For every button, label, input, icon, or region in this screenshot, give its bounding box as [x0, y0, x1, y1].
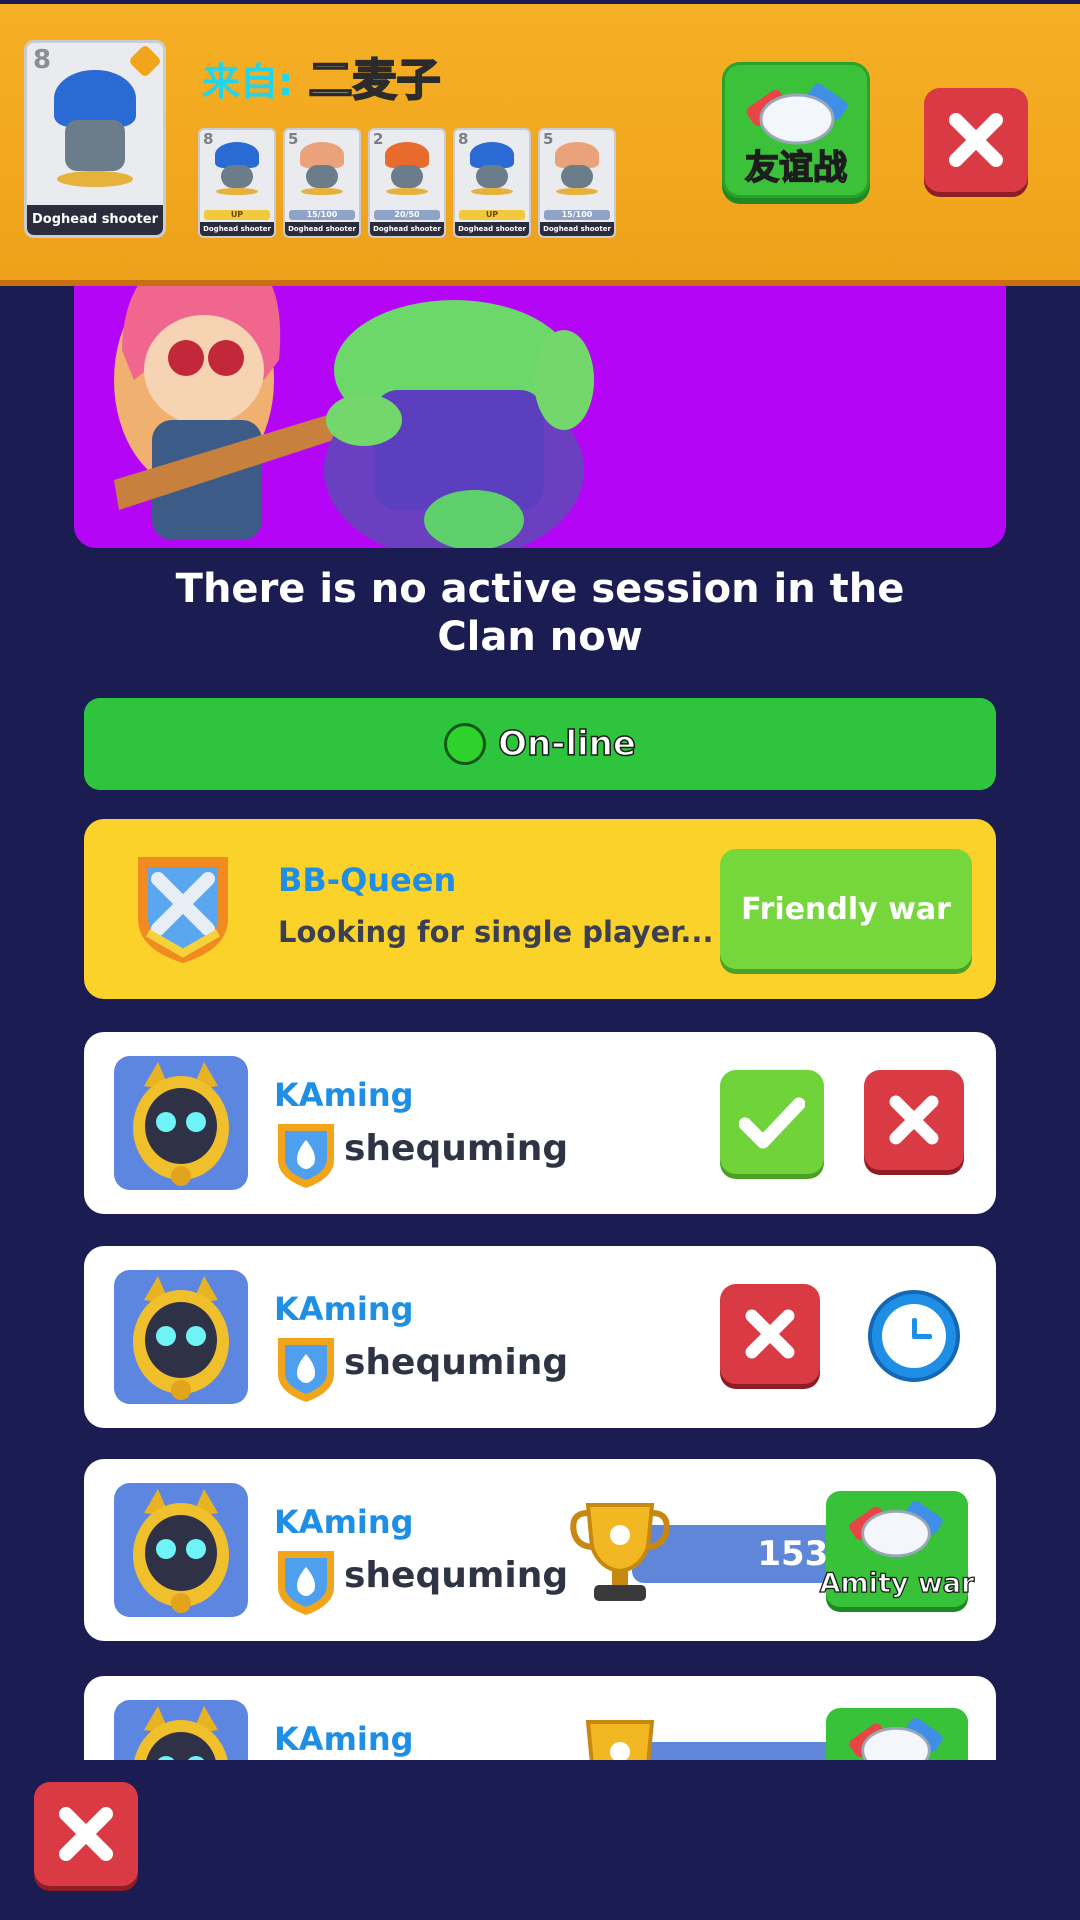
member-row: KAming shequming: [84, 1246, 996, 1428]
avatar: [114, 1270, 248, 1404]
deck-card[interactable]: 2 20/50 Doghead shooter: [368, 128, 446, 238]
card-character: [370, 130, 444, 206]
card-caption: Doghead shooter: [370, 222, 444, 236]
online-status-bar: On-line: [84, 698, 996, 790]
close-banner-button[interactable]: [924, 88, 1028, 192]
war-request-card: BB-Queen Looking for single player... Fr…: [84, 819, 996, 999]
close-panel-button[interactable]: [34, 1782, 138, 1886]
deck-card[interactable]: 5 15/100 Doghead shooter: [283, 128, 361, 238]
list-viewport: KAming: [0, 1440, 1080, 1760]
member-row: KAming shequming: [84, 1032, 996, 1214]
request-message: Looking for single player...: [278, 915, 714, 949]
deck-card[interactable]: 8 UP Doghead shooter: [198, 128, 276, 238]
check-icon: [739, 1097, 805, 1149]
card-caption: Doghead shooter: [200, 222, 274, 236]
clan-badge-icon: [278, 1338, 334, 1402]
close-icon: [949, 113, 1003, 167]
member-name: KAming: [274, 1076, 414, 1114]
session-status-text: There is no active session in the Clan n…: [175, 566, 905, 660]
card-upgrade-bar: UP: [204, 210, 270, 220]
avatar: [114, 1700, 248, 1760]
card-caption: Doghead shooter: [455, 222, 529, 236]
challenge-banner: 8 Doghead shooter 来自: 二麦子 8 UP Doghead s…: [0, 0, 1080, 280]
from-name: 二麦子: [308, 54, 442, 107]
handshake-icon: [849, 1718, 943, 1760]
close-icon: [59, 1807, 113, 1861]
card-progress-bar: 20/50: [374, 210, 440, 220]
avatar: [114, 1056, 248, 1190]
accept-button[interactable]: [720, 1070, 824, 1174]
online-label: On-line: [497, 723, 636, 765]
clock-icon: [868, 1290, 960, 1382]
deck-card[interactable]: 8 UP Doghead shooter: [453, 128, 531, 238]
card-character: [540, 130, 614, 206]
card-progress-bar: 15/100: [289, 210, 355, 220]
card-progress-bar: 15/100: [544, 210, 610, 220]
online-dot-icon: [444, 723, 487, 765]
card-character: [455, 130, 529, 206]
cancel-request-button[interactable]: [720, 1284, 820, 1384]
card-upgrade-bar: UP: [459, 210, 525, 220]
card-character: [285, 130, 359, 206]
card-character: [27, 43, 163, 211]
challenger: 来自: 二麦子: [202, 44, 442, 108]
member-clan: shequming: [344, 1128, 569, 1169]
friendly-battle-label: 友谊战: [744, 147, 848, 189]
clan-badge-icon: [278, 1124, 334, 1188]
card-caption: Doghead shooter: [285, 222, 359, 236]
decline-button[interactable]: [864, 1070, 964, 1170]
requester-name: BB-Queen: [278, 861, 457, 899]
card-caption: Doghead shooter: [540, 222, 614, 236]
friendly-battle-button[interactable]: 友谊战: [722, 62, 870, 198]
card-character: [200, 130, 274, 206]
friendly-war-button[interactable]: Friendly war: [720, 849, 972, 969]
member-name: KAming: [274, 1720, 414, 1758]
featured-card[interactable]: 8 Doghead shooter: [24, 40, 166, 238]
member-row: KAming: [84, 1676, 996, 1760]
deck-cards: 8 UP Doghead shooter 5 15/100 Doghead sh…: [198, 128, 616, 238]
trophy-icon: [585, 1720, 655, 1760]
close-icon: [745, 1309, 795, 1359]
close-icon: [889, 1095, 939, 1145]
clan-shield-icon: [138, 857, 228, 963]
from-label: 来自:: [202, 60, 294, 104]
deck-card[interactable]: 5 15/100 Doghead shooter: [538, 128, 616, 238]
member-clan: shequming: [344, 1342, 569, 1383]
amity-war-button[interactable]: [826, 1708, 968, 1760]
member-name: KAming: [274, 1290, 414, 1328]
card-caption: Doghead shooter: [27, 205, 163, 235]
